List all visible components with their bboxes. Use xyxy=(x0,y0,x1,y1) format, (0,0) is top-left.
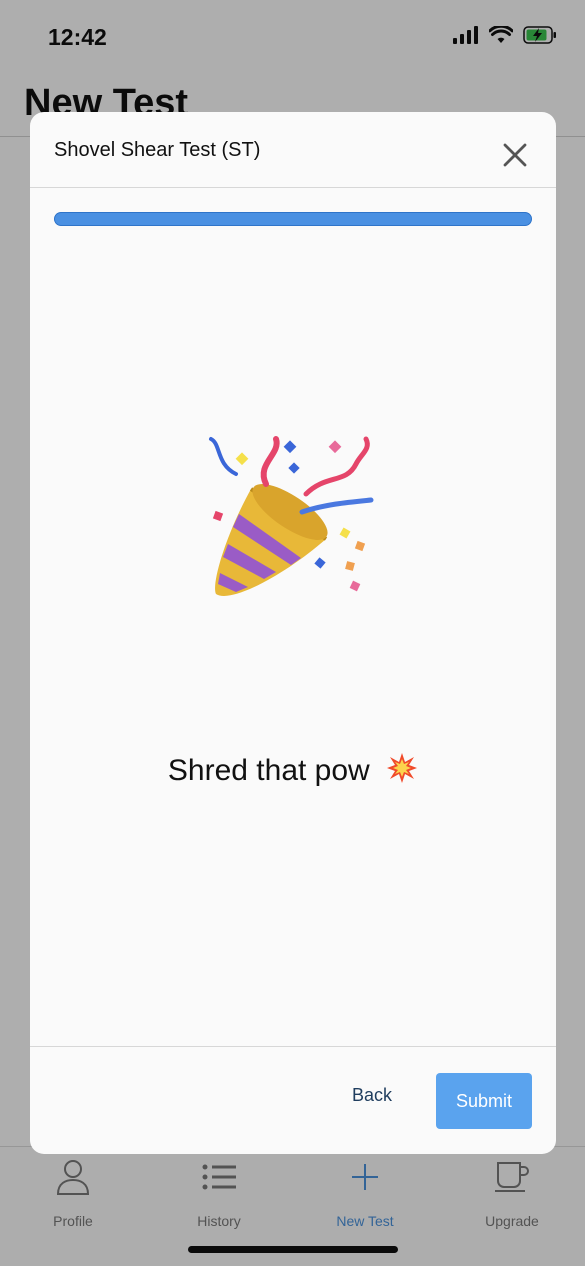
test-modal: Shovel Shear Test (ST) Shred that pow Ba… xyxy=(30,112,556,1154)
party-popper-icon xyxy=(206,434,376,604)
completion-message-text: Shred that pow xyxy=(167,753,370,787)
modal-title: Shovel Shear Test (ST) xyxy=(54,139,261,161)
collision-icon xyxy=(386,752,418,792)
close-icon xyxy=(503,143,527,167)
progress-fill xyxy=(54,212,532,226)
completion-message: Shred that pow xyxy=(30,752,556,792)
modal-footer: Back Submit xyxy=(30,1046,556,1154)
modal-header: Shovel Shear Test (ST) xyxy=(30,112,556,188)
submit-button[interactable]: Submit xyxy=(436,1073,532,1129)
back-button[interactable]: Back xyxy=(352,1085,392,1106)
progress-bar xyxy=(54,212,532,226)
close-button[interactable] xyxy=(502,142,528,168)
